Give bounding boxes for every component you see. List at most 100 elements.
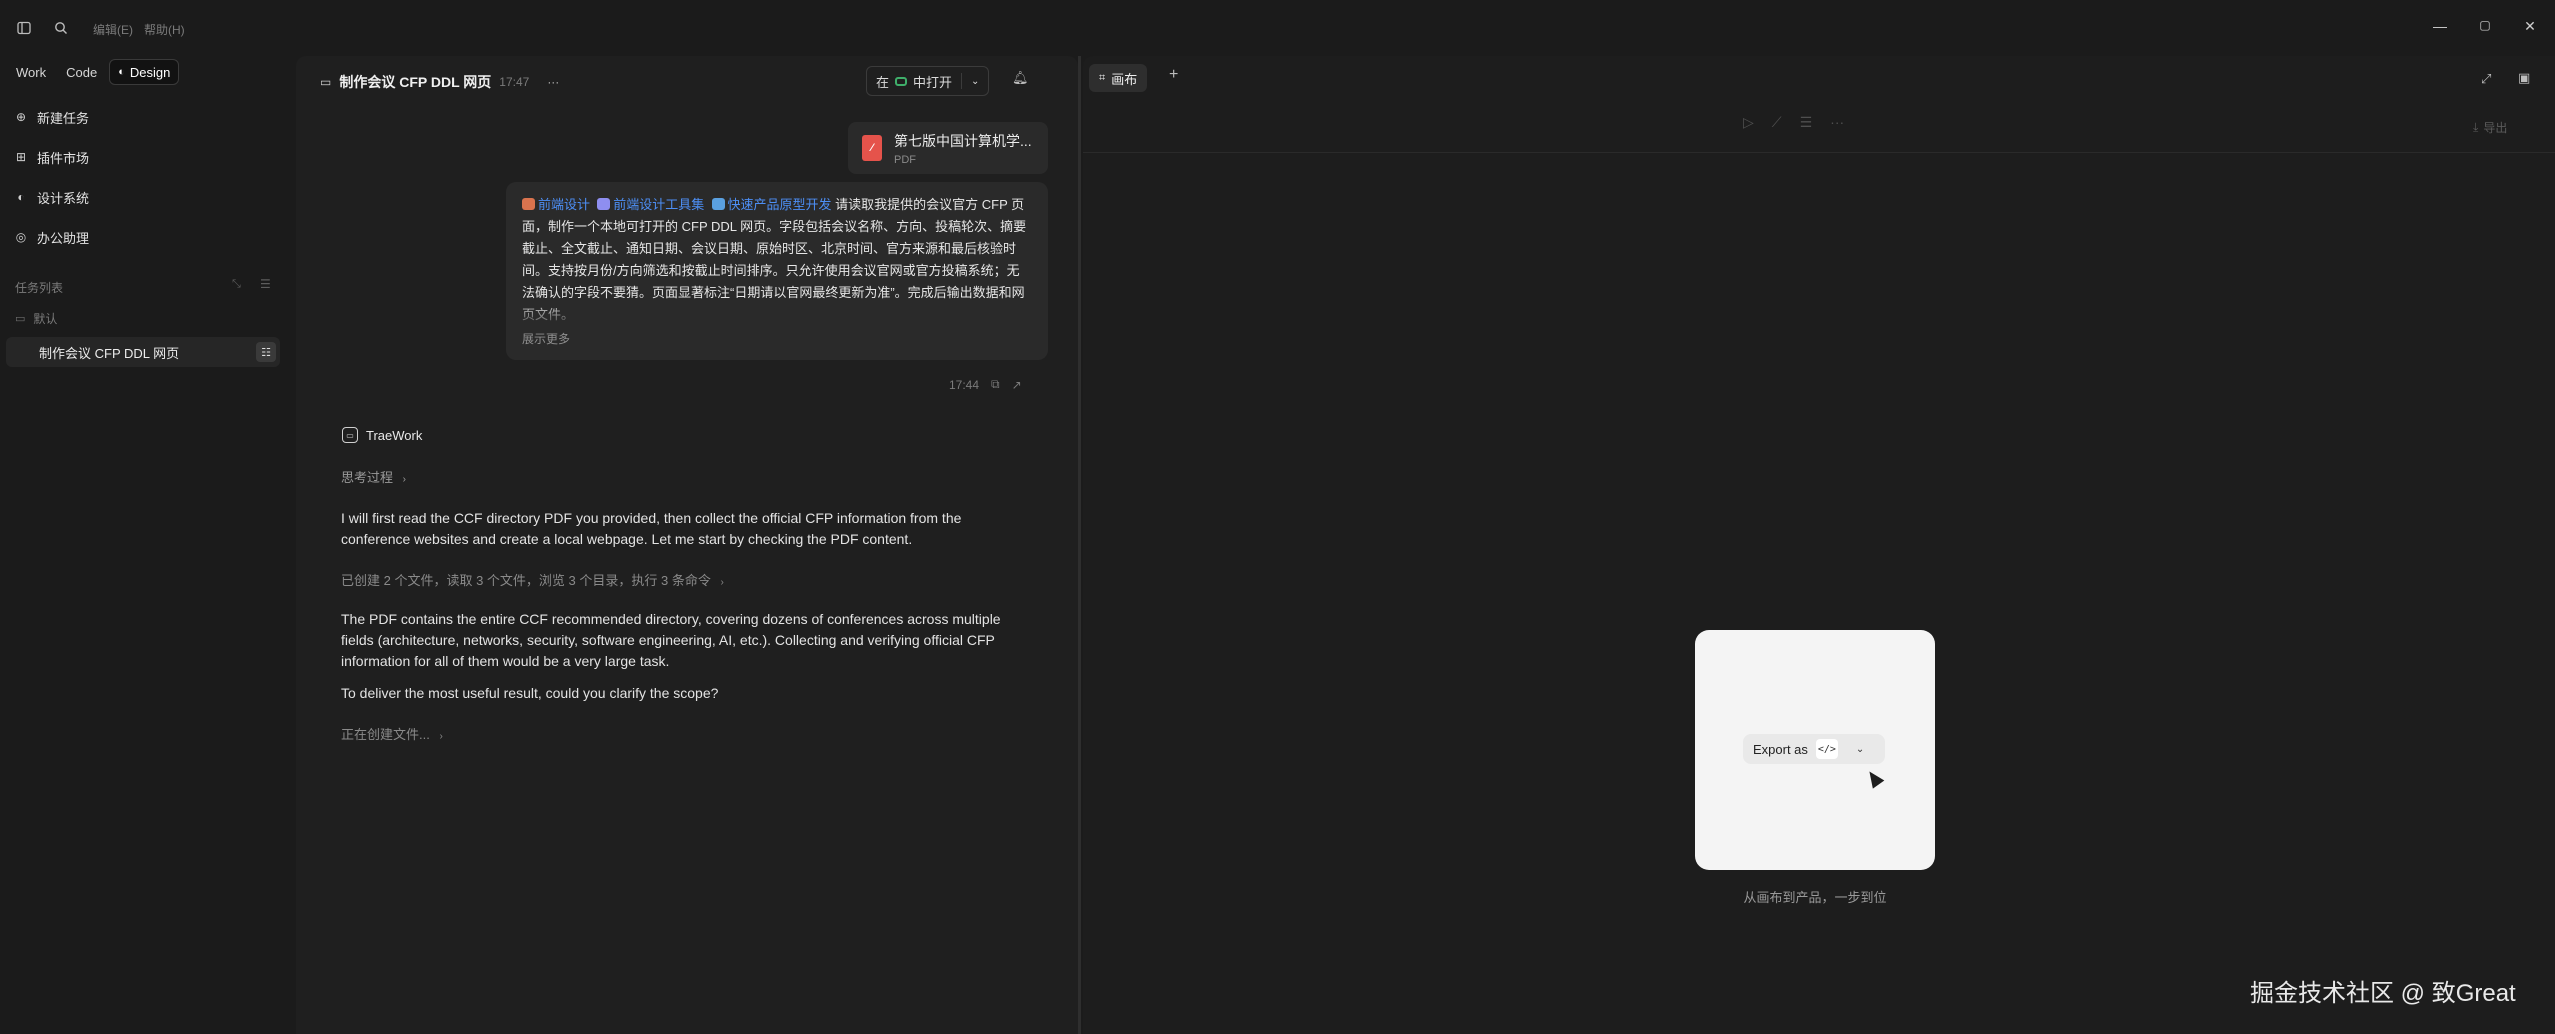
message-time: 17:44 bbox=[949, 377, 980, 392]
mode-design-label: Design bbox=[129, 64, 171, 80]
skill-icon bbox=[597, 198, 611, 210]
wand-icon[interactable]: ⟋ bbox=[1772, 114, 1782, 131]
pdf-attachment[interactable]: ⁄ 第七版中国计算机学... PDF bbox=[848, 122, 1048, 174]
watermark: 掘金技术社区 @ 致Great bbox=[2250, 980, 2516, 1007]
menu-edit[interactable]: 编辑(E) bbox=[93, 21, 133, 38]
open-in-prefix: 在 bbox=[876, 74, 890, 90]
empty-state-preview: Export as </> ⌄ bbox=[1695, 630, 1935, 870]
sidebar-item-label: 办公助理 bbox=[37, 230, 90, 246]
sidebar-item-plugin-market[interactable]: ⊞ 插件市场 bbox=[14, 143, 89, 171]
attachment-name: 第七版中国计算机学... bbox=[894, 132, 1032, 149]
export-as-label: Export as bbox=[1753, 741, 1808, 757]
skill-tag[interactable]: 前端设计工具集 bbox=[597, 197, 704, 212]
menu-help[interactable]: 帮助(H) bbox=[144, 21, 185, 38]
sidebar-item-new-task[interactable]: ⊕ 新建任务 bbox=[14, 103, 89, 131]
restore-button[interactable]: ▢ bbox=[2470, 18, 2500, 32]
creating-files-status[interactable]: 正在创建文件... › bbox=[341, 724, 443, 743]
sidebar-item-design-system[interactable]: ◐ 设计系统 bbox=[14, 183, 89, 211]
mode-code-tab[interactable]: Code bbox=[58, 59, 105, 85]
export-button[interactable]: ⤓ 导出 bbox=[2473, 119, 2507, 136]
panel-toggle-icon[interactable]: ▣ bbox=[2518, 70, 2530, 86]
download-icon: ⤓ bbox=[2473, 120, 2479, 134]
chevron-down-icon: ⌄ bbox=[1855, 743, 1865, 755]
pdf-file-icon: ⁄ bbox=[862, 135, 882, 161]
list-icon[interactable]: ☰ bbox=[1800, 114, 1813, 131]
canvas-toolbar: ▷ ⟋ ☰ ··· bbox=[1743, 114, 1844, 131]
mode-switch: Work Code ◐ Design bbox=[8, 58, 180, 86]
mode-work-tab[interactable]: Work bbox=[8, 59, 54, 85]
tab-canvas[interactable]: ⌗ 画布 bbox=[1089, 64, 1148, 92]
skill-tag[interactable]: 快速产品原型开发 bbox=[711, 197, 832, 212]
assistant-name: TraeWork bbox=[366, 427, 423, 443]
bell-icon[interactable]: 🔔︎ bbox=[1012, 70, 1029, 86]
skill-tag[interactable]: 前端设计 bbox=[522, 197, 590, 212]
skill-icon bbox=[522, 198, 535, 210]
thinking-toggle[interactable]: 思考过程 › bbox=[341, 467, 406, 486]
minimize-button[interactable]: — bbox=[2425, 18, 2455, 34]
collapse-icon[interactable]: ⤡ bbox=[232, 278, 241, 291]
filter-icon[interactable]: ☰ bbox=[260, 277, 271, 291]
assistant-icon: ◎ bbox=[15, 230, 27, 244]
thinking-label: 思考过程 bbox=[341, 470, 394, 485]
mode-design-tab[interactable]: ◐ Design bbox=[109, 59, 180, 85]
tool-summary[interactable]: 已创建 2 个文件，读取 3 个文件，浏览 3 个目录，执行 3 条命令 › bbox=[341, 570, 724, 589]
task-item-label: 制作会议 CFP DDL 网页 bbox=[39, 345, 180, 361]
open-in-button[interactable]: 在 中打开 bbox=[867, 67, 961, 95]
sidebar-item-label: 插件市场 bbox=[37, 150, 90, 166]
app-icon bbox=[895, 76, 908, 86]
tab-canvas-label: 画布 bbox=[1111, 71, 1138, 87]
title-bar: 编辑(E) 帮助(H) — ▢ ✕ bbox=[0, 0, 2555, 56]
traework-logo-icon: ▭ bbox=[342, 427, 358, 443]
task-list-title: 任务列表 bbox=[15, 281, 64, 295]
skill-icon bbox=[711, 198, 725, 210]
chat-title: 制作会议 CFP DDL 网页 bbox=[339, 74, 492, 90]
monitor-icon: ▭ bbox=[320, 75, 332, 89]
empty-state-caption: 从画布到产品，一步到位 bbox=[1743, 890, 1887, 905]
canvas-panel: ⌗ 画布 + ⤢ ▣ ▷ ⟋ ☰ ··· ⤓ 导出 Export as </> … bbox=[1083, 56, 2555, 1034]
chevron-right-icon: › bbox=[402, 474, 406, 485]
creating-label: 正在创建文件... bbox=[341, 727, 430, 742]
open-in-dropdown[interactable]: 在 中打开 ⌄ bbox=[866, 66, 990, 96]
show-more-link[interactable]: 展示更多 bbox=[522, 328, 570, 350]
assistant-paragraph: I will first read the CCF directory PDF … bbox=[341, 510, 962, 547]
expand-icon[interactable]: ⤢ bbox=[2481, 71, 2491, 87]
sidebar-item-label: 新建任务 bbox=[37, 110, 90, 126]
add-tab-button[interactable]: + bbox=[1169, 66, 1178, 84]
more-options-icon[interactable]: ··· bbox=[547, 75, 559, 89]
export-as-pill: Export as </> ⌄ bbox=[1743, 734, 1885, 764]
cursor-icon bbox=[1863, 767, 1885, 789]
assistant-header: ▭ TraeWork bbox=[342, 427, 422, 443]
assistant-paragraph: The PDF contains the entire CCF recommen… bbox=[341, 611, 1001, 669]
sidebar-item-office-assistant[interactable]: ◎ 办公助理 bbox=[14, 223, 89, 251]
close-button[interactable]: ✕ bbox=[2515, 18, 2545, 35]
chat-header: ▭ 制作会议 CFP DDL 网页 17:47 ··· bbox=[320, 72, 559, 92]
message-meta: 17:44 ⧉ ↗ bbox=[949, 377, 1022, 392]
tool-summary-label: 已创建 2 个文件，读取 3 个文件，浏览 3 个目录，执行 3 条命令 bbox=[341, 573, 711, 588]
new-task-icon: ⊕ bbox=[15, 110, 27, 124]
code-icon: </> bbox=[1815, 739, 1838, 759]
task-outline-icon[interactable]: ☷ bbox=[256, 342, 276, 362]
play-icon[interactable]: ▷ bbox=[1743, 114, 1754, 131]
assistant-paragraph: To deliver the most useful result, could… bbox=[341, 685, 719, 701]
search-icon[interactable] bbox=[49, 16, 73, 40]
canvas-divider bbox=[1083, 152, 2555, 153]
user-message: 前端设计 前端设计工具集 快速产品原型开发 请读取我提供的会议官方 CFP 页面… bbox=[506, 182, 1048, 360]
folder-icon: ▭ bbox=[15, 313, 26, 325]
copy-icon[interactable]: ⧉ bbox=[991, 377, 1000, 392]
chat-panel: ▭ 制作会议 CFP DDL 网页 17:47 ··· 在 中打开 ⌄ 🔔︎ ⁄… bbox=[296, 56, 1078, 1034]
chevron-right-icon: › bbox=[439, 731, 443, 742]
palette-icon: ◐ bbox=[17, 190, 25, 204]
plugin-grid-icon: ⊞ bbox=[15, 150, 27, 164]
share-icon[interactable]: ↗ bbox=[1012, 378, 1022, 392]
task-item-active[interactable]: 制作会议 CFP DDL 网页 ☷ bbox=[6, 337, 280, 367]
chat-title-time: 17:47 bbox=[499, 75, 530, 89]
palette-icon: ◐ bbox=[118, 66, 125, 78]
sidebar-item-label: 设计系统 bbox=[37, 190, 90, 206]
task-group-default[interactable]: ▭ 默认 bbox=[15, 310, 57, 327]
group-label: 默认 bbox=[33, 312, 58, 326]
sidebar-toggle-icon[interactable] bbox=[12, 16, 36, 40]
more-icon[interactable]: ··· bbox=[1830, 114, 1844, 131]
chevron-down-icon[interactable]: ⌄ bbox=[962, 67, 988, 95]
panel-splitter[interactable] bbox=[1078, 56, 1081, 1034]
export-label: 导出 bbox=[2483, 121, 2508, 135]
